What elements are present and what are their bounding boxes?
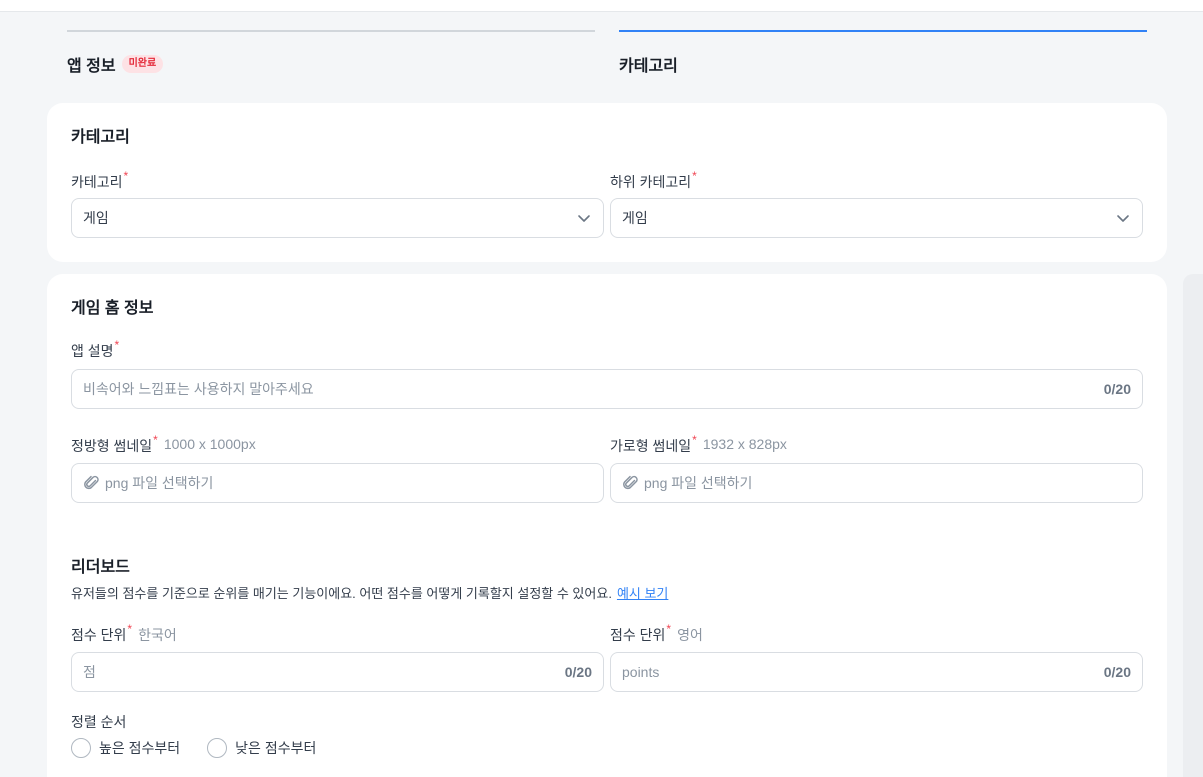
unit-ko-label: 점수 단위 * 한국어 — [71, 622, 177, 643]
sort-order-label: 정렬 순서 — [71, 714, 127, 730]
subcategory-label: 하위 카테고리 * — [610, 169, 697, 190]
required-mark: * — [692, 169, 697, 183]
leaderboard-description: 유저들의 점수를 기준으로 순위를 매기는 기능이에요. 어떤 점수를 어떻게 … — [71, 586, 669, 601]
unit-en-label: 점수 단위 * 영어 — [610, 622, 703, 643]
unit-ko-input[interactable]: 점 0/20 — [71, 652, 604, 692]
wide-thumb-label: 가로형 썸네일 * 1932 x 828px — [610, 433, 787, 454]
square-thumb-label: 정방형 썸네일 * 1000 x 1000px — [71, 433, 256, 454]
stepper: 앱 정보 미완료 카테고리 — [67, 30, 1147, 80]
paperclip-icon — [623, 475, 638, 490]
category-card: 카테고리 카테고리 * 게임 하위 카테고리 * 게임 — [47, 103, 1167, 262]
app-desc-input[interactable]: 비속어와 느낌표는 사용하지 말아주세요 0/20 — [71, 369, 1143, 409]
category-card-title: 카테고리 — [71, 129, 130, 146]
app-desc-label: 앱 설명 * — [71, 338, 120, 359]
required-mark: * — [153, 433, 158, 447]
incomplete-badge: 미완료 — [121, 55, 164, 73]
step-label: 카테고리 — [619, 58, 678, 75]
chevron-down-icon — [578, 215, 590, 222]
leaderboard-title: 리더보드 — [71, 559, 130, 576]
subcategory-select[interactable]: 게임 — [610, 198, 1143, 238]
required-mark: * — [127, 622, 133, 636]
scrollbar[interactable] — [1183, 274, 1203, 777]
required-mark: * — [666, 622, 672, 636]
square-thumb-file-input[interactable]: png 파일 선택하기 — [71, 463, 604, 503]
category-select[interactable]: 게임 — [71, 198, 604, 238]
radio-button[interactable] — [71, 738, 91, 758]
top-bar — [0, 0, 1203, 12]
sort-order-radio-group: 높은 점수부터 낮은 점수부터 — [71, 738, 343, 758]
chevron-down-icon — [1117, 215, 1129, 222]
game-home-title: 게임 홈 정보 — [71, 300, 154, 317]
unit-en-input[interactable]: points 0/20 — [610, 652, 1143, 692]
char-counter: 0/20 — [1103, 664, 1131, 680]
required-mark: * — [692, 433, 697, 447]
game-home-card: 게임 홈 정보 앱 설명 * 비속어와 느낌표는 사용하지 말아주세요 0/20 … — [47, 274, 1167, 777]
required-mark: * — [123, 169, 129, 183]
step-label: 앱 정보 — [67, 58, 116, 75]
required-mark: * — [114, 338, 120, 352]
step-category[interactable]: 카테고리 — [619, 30, 1147, 80]
example-link[interactable]: 예시 보기 — [617, 586, 668, 601]
sort-high-first-option[interactable]: 높은 점수부터 — [71, 738, 180, 758]
sort-low-first-option[interactable]: 낮은 점수부터 — [207, 738, 316, 758]
category-label: 카테고리 * — [71, 169, 129, 190]
radio-button[interactable] — [207, 738, 228, 758]
char-counter: 0/20 — [1103, 381, 1131, 397]
step-progress-line-active — [619, 30, 1147, 32]
char-counter: 0/20 — [564, 664, 592, 680]
step-progress-line — [67, 30, 595, 32]
step-app-info[interactable]: 앱 정보 미완료 — [67, 30, 595, 80]
wide-thumb-file-input[interactable]: png 파일 선택하기 — [610, 463, 1143, 503]
paperclip-icon — [84, 475, 99, 490]
